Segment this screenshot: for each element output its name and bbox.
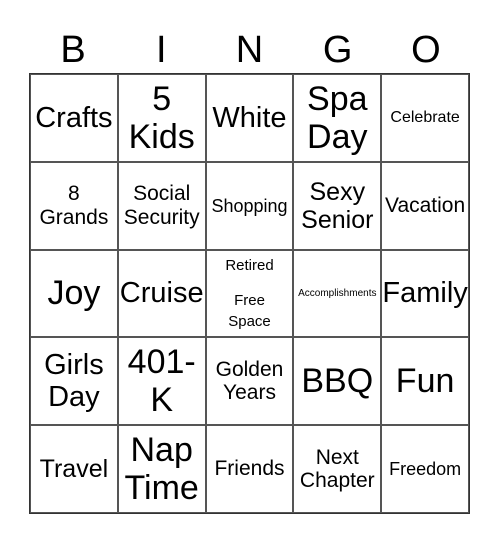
bingo-cell[interactable]: BBQ [293,337,382,426]
cell-label: 5 Kids [128,79,195,156]
cell-label: Cruise [119,277,204,310]
bingo-cell[interactable]: Joy [30,249,118,338]
bingo-cell[interactable]: Nap Time [117,425,206,513]
bingo-cell[interactable]: Shopping [205,161,294,250]
bingo-header: B I N G O [29,28,470,72]
bingo-cell[interactable]: 5 Kids [117,74,206,162]
header-letter-b: B [60,29,86,71]
bingo-cell[interactable]: Girls Day [30,337,118,426]
bingo-cell[interactable]: 401- K [117,337,206,426]
cell-label: Joy [47,274,101,313]
cell-label: White [212,101,287,134]
cell-label: Travel [39,455,109,484]
bingo-cell[interactable]: White [205,74,294,162]
bingo-grid: Crafts 5 Kids White Spa Day Celebrate 8 Grand… [29,73,470,514]
cell-label: Spa Day [307,79,368,156]
bingo-cell[interactable]: Crafts [30,74,118,162]
bingo-cell[interactable]: Freedom [381,425,469,513]
free-space-label: Free Space [228,291,271,330]
bingo-cell-free-space[interactable]: Retired Free Space [205,249,294,338]
bingo-cell[interactable]: Spa Day [293,74,382,162]
cell-label: Shopping [211,195,288,216]
cell-label: BBQ [301,362,374,401]
cell-label: Girls Day [44,348,104,414]
bingo-cell[interactable]: Sexy Senior [293,161,382,250]
bingo-cell[interactable]: Friends [205,425,294,513]
bingo-cell[interactable]: Next Chapter [293,425,382,513]
cell-label: Vacation [385,193,466,217]
header-letter-n: N [235,29,264,71]
cell-label: Fun [395,362,455,401]
cell-label: Friends [214,457,285,481]
cell-label: Accomplishments [298,287,377,299]
cell-label: Nap Time [124,431,199,508]
bingo-cell[interactable]: Golden Years [205,337,294,426]
bingo-cell[interactable]: Social Security [117,161,206,250]
cell-label: Celebrate [390,108,460,126]
cell-label: Sexy Senior [301,177,374,234]
cell-label: 8 Grands [39,182,109,229]
bingo-cell[interactable]: Celebrate [381,74,469,162]
bingo-cell[interactable]: Fun [381,337,469,426]
cell-label: Freedom [389,459,462,480]
cell-label: Family [382,277,468,310]
cell-label: Crafts [35,101,113,134]
cell-label: 401- K [127,343,196,420]
bingo-cell[interactable]: Accomplishments [293,249,382,338]
cell-label: Social Security [123,182,200,229]
header-letter-o: O [411,29,441,71]
bingo-cell[interactable]: Family [381,249,469,338]
cell-label: Retired [225,256,274,274]
header-letter-i: I [156,29,167,71]
bingo-cell[interactable]: Cruise [117,249,206,338]
bingo-cell[interactable]: 8 Grands [30,161,118,250]
header-letter-g: G [322,29,353,71]
bingo-cell[interactable]: Travel [30,425,118,513]
bingo-cell[interactable]: Vacation [381,161,469,250]
cell-label: Next Chapter [299,445,375,493]
cell-label: Golden Years [215,357,284,405]
